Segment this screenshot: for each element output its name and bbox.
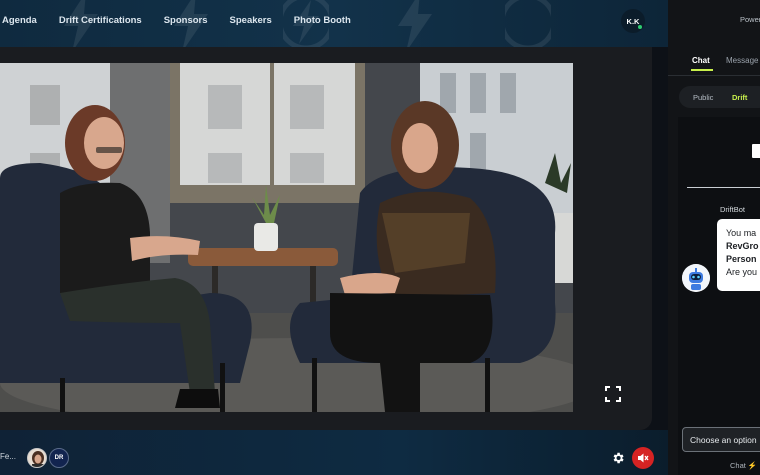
tab-chat[interactable]: Chat <box>692 56 710 65</box>
filter-public[interactable]: Public <box>693 93 713 102</box>
bot-name: DriftBot <box>720 205 746 214</box>
chat-filter-toggle <box>679 86 760 108</box>
participant-badge[interactable]: DR <box>49 448 69 468</box>
bot-message-bubble: You ma RevGro Person Are you <box>717 219 760 291</box>
room-name: Fe... <box>0 452 17 461</box>
speaker-muted-icon <box>638 453 649 463</box>
bot-message-line: RevGro <box>726 241 759 251</box>
video-frame-illustration <box>0 63 573 412</box>
chat-by-drift-label: Chat ⚡ <box>730 461 758 470</box>
choose-option-button[interactable]: Choose an option <box>682 427 760 452</box>
fullscreen-icon[interactable] <box>605 386 621 402</box>
tab-divider <box>668 75 760 76</box>
nav-item-sponsors[interactable]: Sponsors <box>164 15 208 26</box>
active-tab-indicator <box>691 69 713 71</box>
stage-area <box>0 47 668 475</box>
app-root: Agenda Drift Certifications Sponsors Spe… <box>0 0 760 475</box>
bot-message-line: Are you <box>726 267 758 277</box>
drift-logo-icon <box>752 144 760 158</box>
nav-item-agenda[interactable]: Agenda <box>2 15 37 26</box>
participant-avatar[interactable] <box>27 448 47 468</box>
bot-message-line: You ma <box>726 228 757 238</box>
filter-drift[interactable]: Drift <box>732 93 747 102</box>
nav-item-speakers[interactable]: Speakers <box>230 15 272 26</box>
powered-by-label: Power <box>740 15 760 24</box>
video-player[interactable] <box>0 63 573 412</box>
participant-badge-label: DR <box>54 455 64 461</box>
chat-body <box>678 117 760 475</box>
main-nav: Agenda Drift Certifications Sponsors Spe… <box>2 0 373 40</box>
user-initials: K.K <box>626 16 640 26</box>
user-avatar[interactable]: K.K <box>621 9 645 33</box>
nav-item-photo-booth[interactable]: Photo Booth <box>294 15 351 26</box>
bot-avatar <box>682 264 710 292</box>
nav-item-drift-certifications[interactable]: Drift Certifications <box>59 15 142 26</box>
tab-messages[interactable]: Message <box>726 56 758 65</box>
chat-divider <box>687 187 760 188</box>
bolt-decoration-icon <box>505 0 551 47</box>
bot-message-line: Person <box>726 254 757 264</box>
robot-icon <box>682 264 710 292</box>
bottom-control-bar <box>0 430 668 475</box>
bolt-decoration-icon <box>398 0 432 47</box>
video-card <box>0 47 652 430</box>
online-status-dot <box>638 25 642 29</box>
settings-gear-icon[interactable] <box>611 451 625 465</box>
mute-button[interactable] <box>632 447 654 469</box>
top-nav-bar: Agenda Drift Certifications Sponsors Spe… <box>0 0 668 47</box>
